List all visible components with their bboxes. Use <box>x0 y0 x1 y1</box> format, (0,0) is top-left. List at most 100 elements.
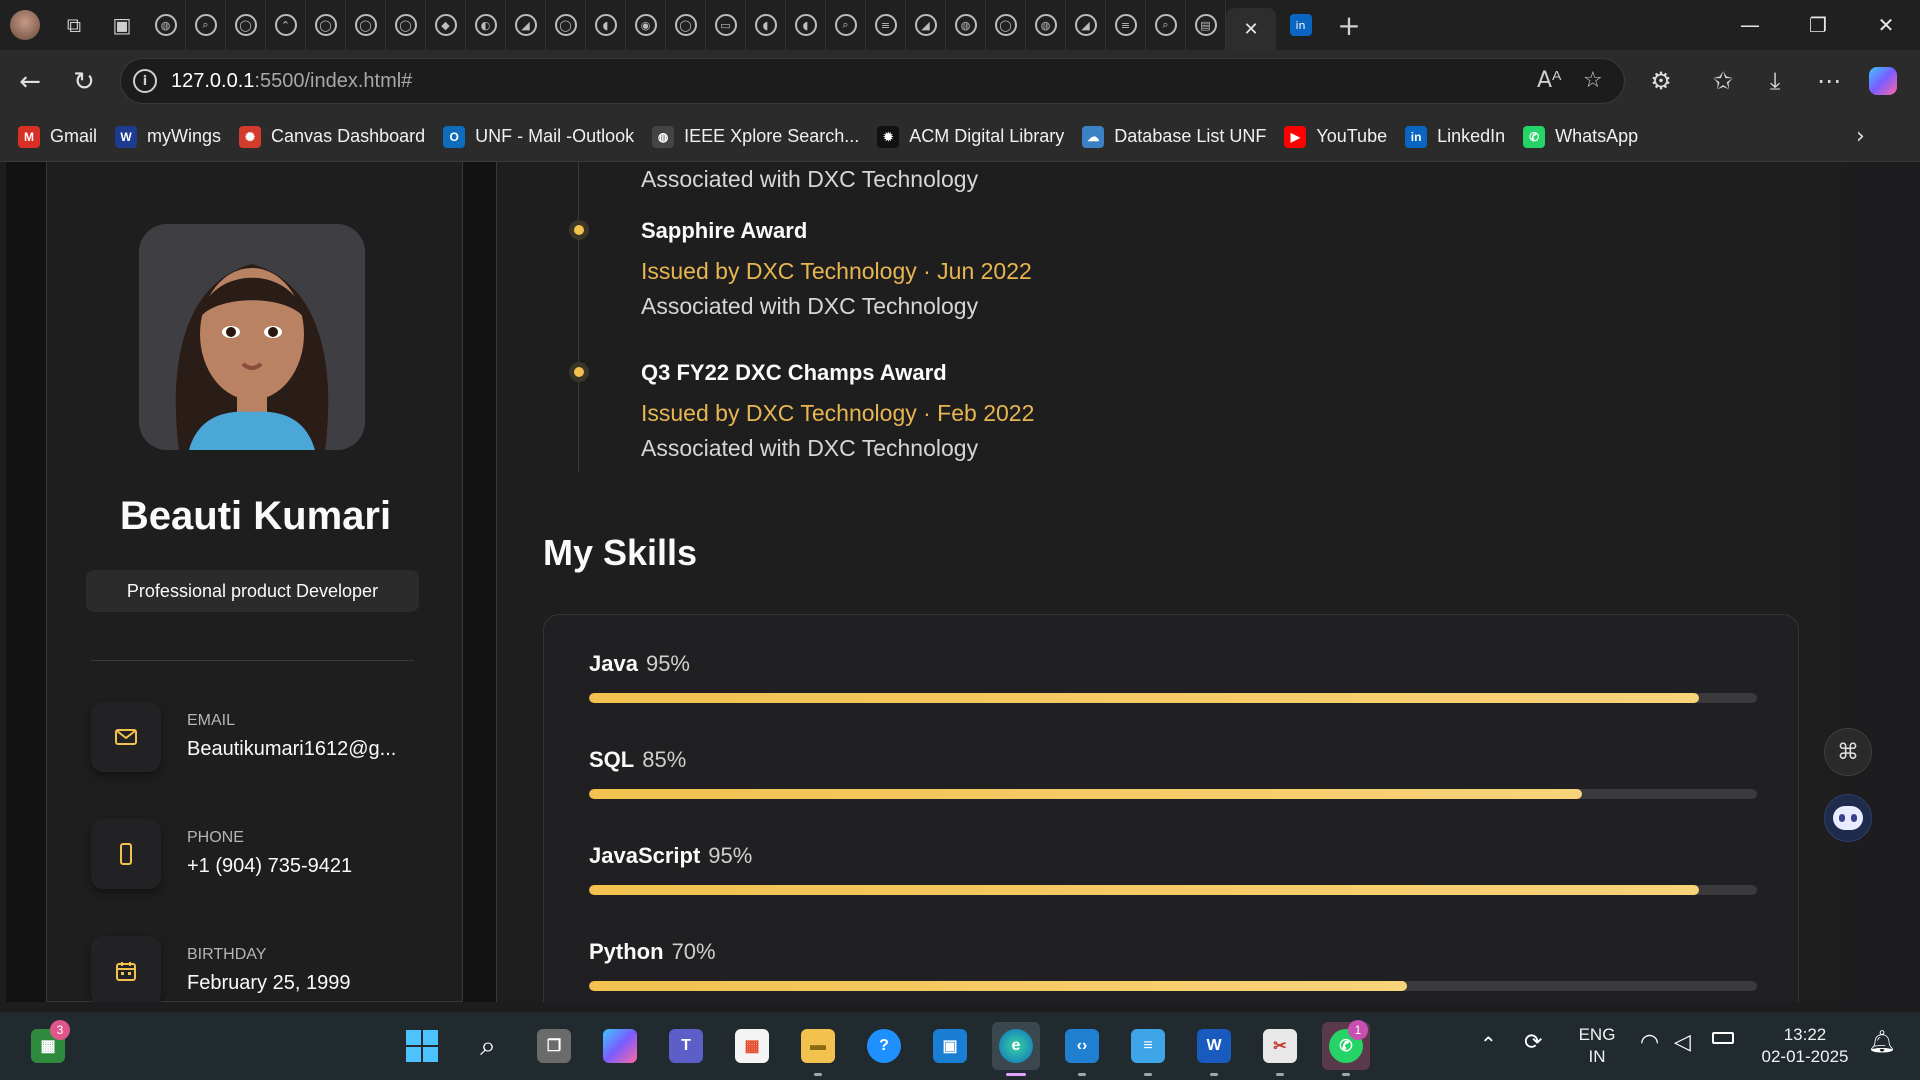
bookmark-item[interactable]: in LinkedIn <box>1405 125 1505 148</box>
clock-time: 13:22 <box>1783 1025 1827 1044</box>
tab-favicon-icon: ▭ <box>714 14 737 36</box>
bookmark-item[interactable]: M Gmail <box>18 125 97 148</box>
browser-tab[interactable]: ◖ <box>746 0 786 50</box>
workspaces-icon[interactable]: ⧉ <box>50 0 98 50</box>
cloud-icon: ☁ <box>1082 125 1105 148</box>
app-button[interactable]: ▣ <box>926 1022 974 1070</box>
task-view-button[interactable]: ❐ <box>530 1022 578 1070</box>
browser-tab[interactable]: ◯ <box>306 0 346 50</box>
browser-tab[interactable]: ◆ <box>426 0 466 50</box>
restore-button[interactable]: ❐ <box>1784 0 1852 50</box>
refresh-button[interactable]: ↻ <box>66 64 102 100</box>
browser-tab[interactable]: ◍ <box>146 0 186 50</box>
teams-button[interactable]: T <box>662 1022 710 1070</box>
browser-tab[interactable]: ▤ <box>1186 0 1226 50</box>
browser-tab[interactable]: ▭ <box>706 0 746 50</box>
bookmark-item[interactable]: ▶ YouTube <box>1284 125 1388 148</box>
tab-linkedin[interactable]: in <box>1276 0 1325 50</box>
url-host: 127.0.0.1 <box>171 69 255 92</box>
battery-icon[interactable] <box>1712 1032 1734 1044</box>
bookmark-item[interactable]: WmyWings <box>115 125 221 148</box>
clock[interactable]: 13:22 02-01-2025 <box>1756 1024 1854 1068</box>
read-aloud-icon[interactable]: Aᴬ <box>1537 68 1562 93</box>
role-badge: Professional product Developer <box>86 570 419 612</box>
command-icon[interactable]: ⌘ <box>1824 728 1872 776</box>
browser-tab[interactable]: ◯ <box>986 0 1026 50</box>
get-help-button[interactable]: ? <box>860 1022 908 1070</box>
close-window-button[interactable]: ✕ <box>1852 0 1920 50</box>
copilot-icon[interactable] <box>1868 66 1898 96</box>
bookmark-item[interactable]: ◍ IEEE Xplore Search... <box>652 125 859 148</box>
minimize-button[interactable]: — <box>1716 0 1784 50</box>
browser-tab[interactable]: ◢ <box>506 0 546 50</box>
browser-tab[interactable]: ⌃ <box>266 0 306 50</box>
browser-tab[interactable]: ◍ <box>946 0 986 50</box>
active-tab[interactable]: ✕ <box>1226 8 1276 50</box>
bookmark-item[interactable]: O UNF - Mail -Outlook <box>443 125 634 148</box>
snipping-tool-button[interactable]: ✂ <box>1256 1022 1304 1076</box>
browser-tab[interactable]: ◖ <box>786 0 826 50</box>
award-association: Associated with DXC Technology <box>641 166 979 192</box>
browser-tab[interactable]: ⌕ <box>1146 0 1186 50</box>
favorites-icon[interactable]: ✩ <box>1708 66 1738 96</box>
url-field[interactable]: i 127.0.0.1:5500/index.html# Aᴬ ☆ <box>120 58 1625 104</box>
bookmark-item[interactable]: ✹ ACM Digital Library <box>877 125 1064 148</box>
tab-bar: ⧉ ▣ ◍ ⌕ ◯ ⌃ ◯ ◯ ◯ ◆ ◐ ◢ ◯ ◖ ◉ ◯ ▭ ◖ ◖ ⌕ ≡ ◢ ◍ ◯ ◍ ◢ ≡ ⌕ ▤ ✕ in + —… <box>0 0 1920 50</box>
site-info-icon[interactable]: i <box>133 69 157 93</box>
start-button[interactable] <box>398 1022 446 1070</box>
browser-tab[interactable]: ⌕ <box>186 0 226 50</box>
browser-tab[interactable]: ◢ <box>1066 0 1106 50</box>
browser-tab[interactable]: ≡ <box>1106 0 1146 50</box>
browser-tab[interactable]: ◉ <box>626 0 666 50</box>
edge-button[interactable]: e <box>992 1022 1040 1076</box>
active-indicator <box>1006 1073 1026 1076</box>
bookmark-item[interactable]: ✺ Canvas Dashboard <box>239 125 425 148</box>
browser-tab[interactable]: ◖ <box>586 0 626 50</box>
email-link[interactable]: Beautikumari1612@g... <box>187 738 427 761</box>
browser-tab[interactable]: ◐ <box>466 0 506 50</box>
bookmark-item[interactable]: ✆ WhatsApp <box>1523 125 1638 148</box>
bookmarks-overflow-icon[interactable]: › <box>1856 124 1865 149</box>
browser-tab[interactable]: ◍ <box>1026 0 1066 50</box>
volume-icon[interactable]: ◁ <box>1674 1030 1691 1055</box>
phone-link[interactable]: +1 (904) 735-9421 <box>187 855 427 878</box>
vscode-button[interactable]: ‹› <box>1058 1022 1106 1076</box>
show-hidden-icons[interactable]: ⌃ <box>1480 1032 1497 1056</box>
extensions-icon[interactable]: ⚙ <box>1646 66 1676 96</box>
wifi-icon[interactable]: ◠ <box>1640 1030 1659 1055</box>
back-button[interactable]: ← <box>12 64 48 100</box>
more-menu-icon[interactable]: ⋯ <box>1814 66 1844 96</box>
browser-tab[interactable]: ≡ <box>866 0 906 50</box>
notepad-button[interactable]: ≡ <box>1124 1022 1172 1076</box>
assistant-bot-icon[interactable] <box>1824 794 1872 842</box>
sync-icon[interactable]: ⟳ <box>1524 1030 1542 1055</box>
profile-avatar[interactable] <box>0 0 50 50</box>
language-indicator[interactable]: ENG IN <box>1572 1024 1622 1068</box>
word-button[interactable]: W <box>1190 1022 1238 1076</box>
tab-close-icon[interactable]: ✕ <box>1243 19 1258 40</box>
browser-tab[interactable]: ⌕ <box>826 0 866 50</box>
favorite-star-icon[interactable]: ☆ <box>1583 68 1603 93</box>
bookmark-label: YouTube <box>1316 126 1388 146</box>
notification-bell-icon[interactable]: 🔔︎ <box>1868 1030 1896 1055</box>
whatsapp-button[interactable]: ✆ 1 <box>1322 1020 1370 1076</box>
new-tab-button[interactable]: + <box>1325 0 1373 50</box>
downloads-icon[interactable]: ⤓ <box>1760 66 1790 96</box>
search-button[interactable]: ⌕ <box>464 1022 512 1070</box>
contact-email: EMAIL Beautikumari1612@g... <box>91 702 431 772</box>
skill-name: SQL <box>589 747 635 772</box>
copilot-taskbar-button[interactable] <box>596 1022 644 1070</box>
bookmark-item[interactable]: ☁ Database List UNF <box>1082 125 1266 148</box>
browser-tab[interactable]: ◯ <box>226 0 266 50</box>
browser-tab[interactable]: ◢ <box>906 0 946 50</box>
tab-favicon-icon: ◢ <box>914 14 937 36</box>
file-explorer-button[interactable]: ▬ <box>794 1022 842 1076</box>
store-button[interactable]: ▦ <box>728 1022 776 1070</box>
browser-tab[interactable]: ◯ <box>386 0 426 50</box>
browser-tab[interactable]: ◯ <box>666 0 706 50</box>
widgets-button[interactable]: ▦ 3 <box>24 1020 72 1070</box>
vertical-tabs-icon[interactable]: ▣ <box>98 0 146 50</box>
profile-sidebar: Beauti Kumari Professional product Devel… <box>46 162 463 1002</box>
browser-tab[interactable]: ◯ <box>546 0 586 50</box>
browser-tab[interactable]: ◯ <box>346 0 386 50</box>
